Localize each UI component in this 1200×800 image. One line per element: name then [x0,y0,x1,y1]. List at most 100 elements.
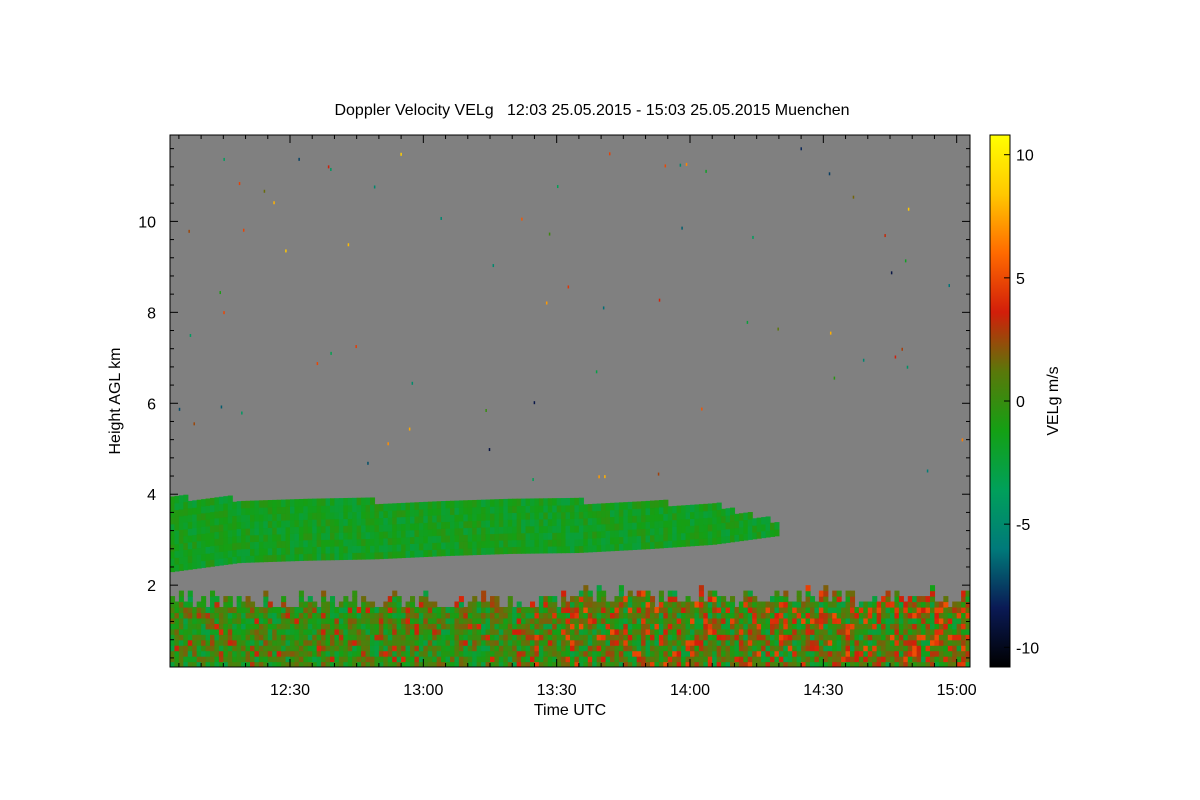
heatmap-cell [627,628,633,635]
heatmap-cell [307,606,313,614]
heatmap-cell [596,601,602,608]
heatmap-cell [552,511,558,520]
heatmap-cell [698,524,704,533]
heatmap-cell [254,534,260,542]
heatmap-cell [796,601,802,608]
heatmap-cell [476,617,482,624]
heatmap-cell [792,639,798,646]
heatmap-cell [805,623,811,630]
heatmap-cell [307,639,313,646]
heatmap-cell [290,547,296,555]
heatmap-cell [285,519,291,528]
heatmap-cell [823,601,829,608]
heatmap-cell [254,527,260,536]
heatmap-cell [730,601,736,608]
heatmap-cell [378,606,384,614]
heatmap-cell [254,555,260,563]
heatmap-cell [632,535,638,544]
heatmap-cell [401,536,407,545]
heatmap-cell [343,552,349,560]
heatmap-cell [543,518,549,527]
heatmap-cell [374,517,380,526]
heatmap-cell [427,634,433,641]
heatmap-cell [610,516,616,524]
heatmap-cell [587,510,593,519]
heatmap-cell [903,634,909,641]
heatmap-cell [547,606,553,614]
heatmap-cell [334,645,340,652]
heatmap-cell [783,617,789,624]
heatmap-cell [458,527,464,536]
heatmap-cell [494,617,500,624]
heatmap-cell [925,596,931,603]
heatmap-cell [667,617,673,624]
heatmap-cell [921,650,927,657]
heatmap-cell [654,500,660,508]
heatmap-cell [383,645,389,652]
speckle [485,408,487,412]
heatmap-cell [401,543,407,552]
heatmap-cell [930,585,936,592]
heatmap-cell [521,532,527,541]
heatmap-cell [494,526,500,534]
heatmap-cell [645,535,651,543]
heatmap-cell [312,656,318,663]
heatmap-cell [183,501,189,509]
heatmap-cell [178,645,184,652]
speckle [188,229,190,233]
heatmap-cell [387,503,393,511]
heatmap-cell [627,612,633,619]
heatmap-cell [574,497,580,506]
heatmap-cell [818,650,824,657]
heatmap-cell [472,628,478,635]
heatmap-cell [770,628,776,635]
heatmap-cell [783,645,789,652]
heatmap-cell [374,650,380,657]
heatmap-cell [383,612,389,619]
heatmap-cell [561,601,567,608]
heatmap-cell [267,645,273,652]
heatmap-cell [276,606,282,614]
heatmap-cell [476,547,482,555]
heatmap-cell [738,639,744,646]
heatmap-cell [867,634,873,641]
heatmap-cell [352,634,358,641]
speckle [347,243,350,247]
heatmap-cell [245,555,251,563]
heatmap-cell [272,656,278,663]
heatmap-cell [916,634,922,641]
heatmap-cell [592,634,598,641]
heatmap-cell [810,596,816,603]
heatmap-cell [250,634,256,641]
heatmap-cell [547,645,553,652]
heatmap-cell [801,606,807,614]
heatmap-cell [592,645,598,652]
heatmap-cell [623,515,629,524]
heatmap-cell [192,606,198,614]
heatmap-cell [481,526,487,535]
heatmap-cell [205,606,211,614]
heatmap-cell [321,512,327,520]
heatmap-cell [467,634,473,641]
heatmap-cell [930,623,936,630]
heatmap-cell [303,539,309,548]
heatmap-cell [614,543,620,551]
heatmap-cell [227,556,233,565]
heatmap-cell [565,606,571,614]
heatmap-cell [441,501,447,509]
heatmap-cell [583,601,589,608]
heatmap-cell [698,606,704,614]
heatmap-cell [205,559,211,568]
heatmap-cell [578,590,584,597]
heatmap-cell [925,601,931,608]
heatmap-cell [396,639,402,646]
heatmap-cell [601,510,607,518]
heatmap-cell [365,628,371,635]
heatmap-cell [694,645,700,652]
heatmap-cell [707,530,713,539]
heatmap-cell [601,623,607,630]
heatmap-cell [441,617,447,624]
heatmap-cell [218,650,224,657]
heatmap-cell [707,634,713,641]
heatmap-cell [298,526,304,534]
